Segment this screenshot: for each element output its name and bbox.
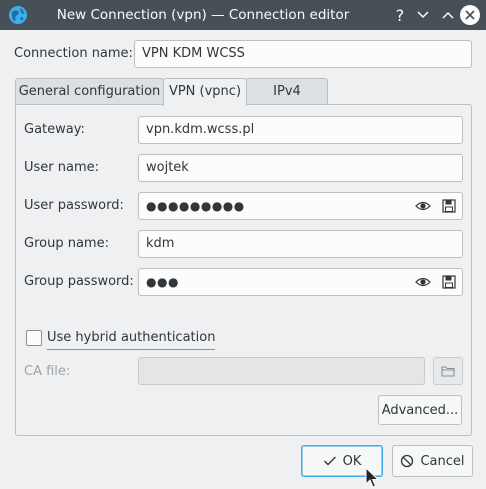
group-password-label: Group password: — [24, 274, 134, 289]
title-bar[interactable]: New Connection (vpn) — Connection editor… — [0, 0, 486, 30]
tab-vpn-vpnc[interactable]: VPN (vpnc) — [163, 78, 247, 106]
connection-name-label: Connection name: — [14, 46, 133, 61]
mouse-cursor-icon — [365, 467, 379, 488]
gateway-input[interactable]: vpn.kdm.wcss.pl — [138, 116, 463, 144]
ca-file-input[interactable] — [138, 357, 425, 385]
group-password-input[interactable]: ●●● — [138, 268, 463, 296]
tab-general-configuration[interactable]: General configuration — [15, 78, 164, 105]
help-button[interactable]: ? — [388, 3, 412, 27]
cancel-label: Cancel — [420, 453, 465, 469]
group-name-input[interactable]: kdm — [138, 230, 463, 258]
hybrid-authentication-label[interactable]: Use hybrid authentication — [47, 330, 216, 350]
group-password-value: ●●● — [146, 275, 179, 289]
floppy-disk-icon[interactable] — [441, 275, 457, 289]
browse-ca-file-button[interactable] — [433, 357, 463, 385]
ok-label: OK — [342, 453, 362, 469]
user-password-label: User password: — [24, 198, 124, 213]
username-label: User name: — [24, 160, 100, 175]
advanced-button[interactable]: Advanced... — [378, 395, 462, 425]
window-title: New Connection (vpn) — Connection editor — [56, 7, 350, 23]
chevron-down-icon — [417, 11, 429, 19]
floppy-disk-icon[interactable] — [441, 199, 457, 213]
ca-file-label: CA file: — [24, 364, 71, 379]
folder-icon — [441, 366, 455, 377]
checkmark-icon — [323, 456, 336, 466]
close-icon — [465, 10, 475, 20]
user-password-value: ●●●●●●●●● — [146, 199, 245, 213]
chevron-up-icon — [442, 11, 454, 19]
user-password-input[interactable]: ●●●●●●●●● — [138, 192, 463, 220]
hybrid-authentication-checkbox[interactable] — [26, 330, 42, 346]
eye-icon[interactable] — [415, 199, 431, 213]
network-globe-icon[interactable] — [7, 4, 29, 26]
eye-icon[interactable] — [415, 275, 431, 289]
gateway-label: Gateway: — [24, 122, 85, 137]
minimize-button[interactable] — [411, 3, 435, 27]
cancel-circle-icon — [401, 454, 414, 468]
username-input[interactable]: wojtek — [138, 154, 463, 182]
tab-ipv4[interactable]: IPv4 — [246, 78, 328, 105]
cancel-button[interactable]: Cancel — [392, 445, 473, 477]
close-button[interactable] — [458, 3, 482, 27]
group-name-label: Group name: — [24, 236, 109, 251]
maximize-button[interactable] — [436, 3, 460, 27]
connection-name-input[interactable]: VPN KDM WCSS — [134, 40, 472, 68]
